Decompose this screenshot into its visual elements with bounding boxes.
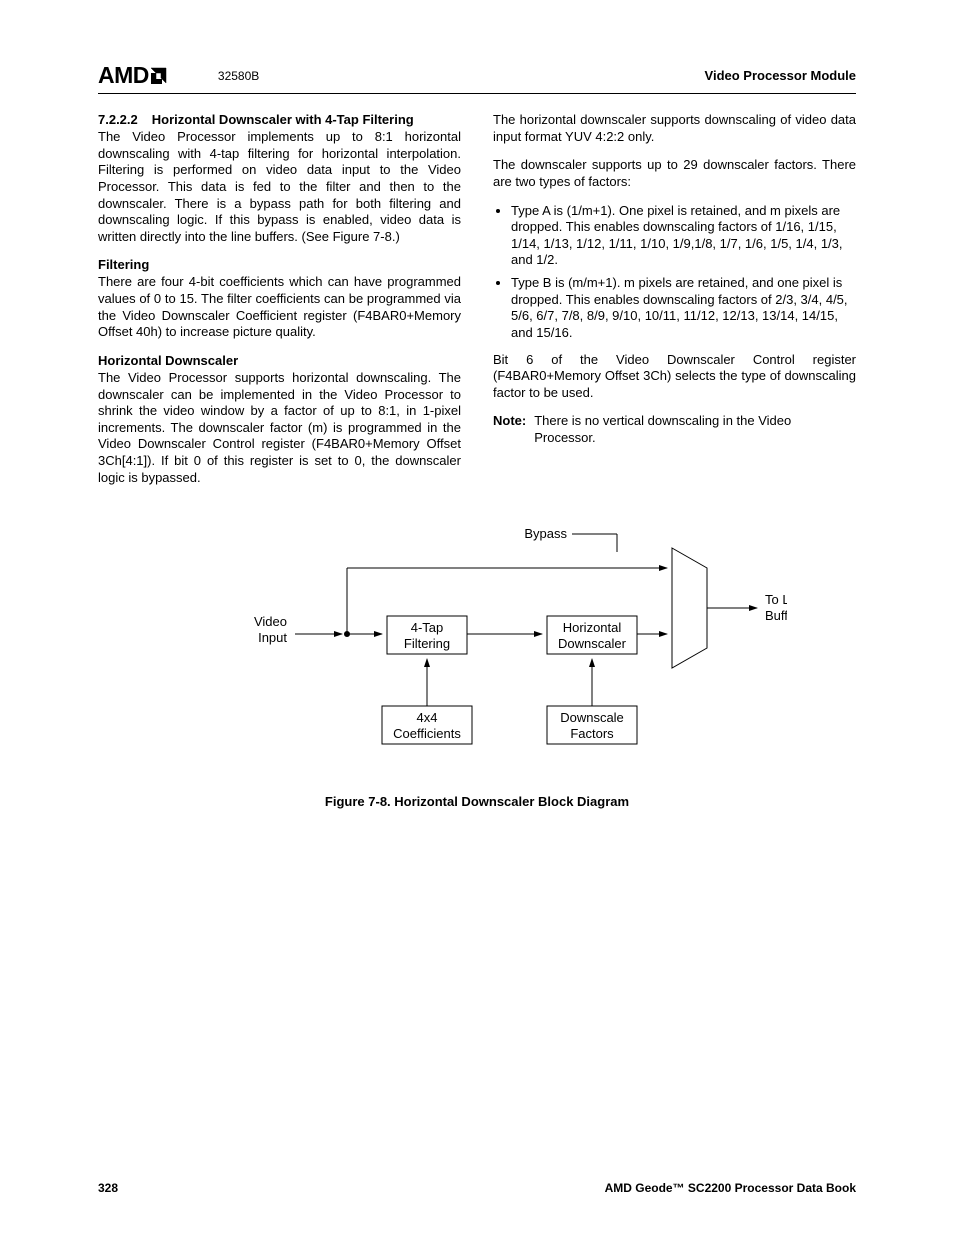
right-column: The horizontal downscaler supports downs…: [493, 112, 856, 498]
factor-list: Type A is (1/m+1). One pixel is retained…: [493, 203, 856, 342]
video-input-l1: Video: [254, 614, 287, 629]
bypass-label: Bypass: [524, 526, 567, 541]
video-input-l2: Input: [258, 630, 287, 645]
doc-id: 32580B: [218, 69, 259, 83]
mux-shape: [672, 548, 707, 668]
two-column-body: 7.2.2.2 Horizontal Downscaler with 4-Tap …: [98, 112, 856, 498]
filtering-paragraph: There are four 4-bit coefficients which …: [98, 274, 461, 341]
book-title: AMD Geode™ SC2200 Processor Data Book: [605, 1181, 856, 1195]
note-label: Note:: [493, 413, 526, 446]
df-l1: Downscale: [560, 710, 624, 725]
page-footer: 328 AMD Geode™ SC2200 Processor Data Boo…: [98, 1181, 856, 1195]
section-number: 7.2.2.2: [98, 112, 138, 127]
section-title: Horizontal Downscaler with 4-Tap Filteri…: [152, 112, 414, 127]
tap-l1: 4-Tap: [411, 620, 444, 635]
tap-l2: Filtering: [404, 636, 450, 651]
out-l1: To Line: [765, 592, 787, 607]
coef-l2: Coefficients: [393, 726, 461, 741]
hd-l2: Downscaler: [558, 636, 627, 651]
right-p1: The horizontal downscaler supports downs…: [493, 112, 856, 145]
figure-7-8: Bypass Video Input 4-Tap Filtering: [98, 518, 856, 809]
header-section-title: Video Processor Module: [705, 68, 856, 83]
page: AMD 32580B Video Processor Module 7.2.2.…: [0, 0, 954, 1235]
page-number: 328: [98, 1181, 118, 1195]
list-item: Type B is (m/m+1). m pixels are retained…: [511, 275, 856, 342]
right-p2: The downscaler supports up to 29 downsca…: [493, 157, 856, 190]
hd-l1: Horizontal: [563, 620, 622, 635]
left-column: 7.2.2.2 Horizontal Downscaler with 4-Tap …: [98, 112, 461, 498]
amd-arrow-icon: [150, 67, 170, 85]
df-l2: Factors: [570, 726, 614, 741]
note-text: There is no vertical downscaling in the …: [534, 413, 856, 446]
page-header: AMD 32580B Video Processor Module: [98, 62, 856, 94]
block-diagram: Bypass Video Input 4-Tap Filtering: [167, 518, 787, 778]
hds-paragraph: The Video Processor supports horizontal …: [98, 370, 461, 486]
note: Note: There is no vertical downscaling i…: [493, 413, 856, 446]
hds-heading: Horizontal Downscaler: [98, 353, 461, 368]
coef-l1: 4x4: [417, 710, 438, 725]
list-item: Type A is (1/m+1). One pixel is retained…: [511, 203, 856, 270]
figure-caption: Figure 7-8. Horizontal Downscaler Block …: [98, 794, 856, 809]
out-l2: Buffers: [765, 608, 787, 623]
logo-text: AMD: [98, 62, 149, 88]
section-heading: 7.2.2.2 Horizontal Downscaler with 4-Tap …: [98, 112, 461, 127]
filtering-heading: Filtering: [98, 257, 461, 272]
intro-paragraph: The Video Processor implements up to 8:1…: [98, 129, 461, 245]
amd-logo: AMD: [98, 62, 170, 89]
right-p3: Bit 6 of the Video Downscaler Control re…: [493, 352, 856, 402]
